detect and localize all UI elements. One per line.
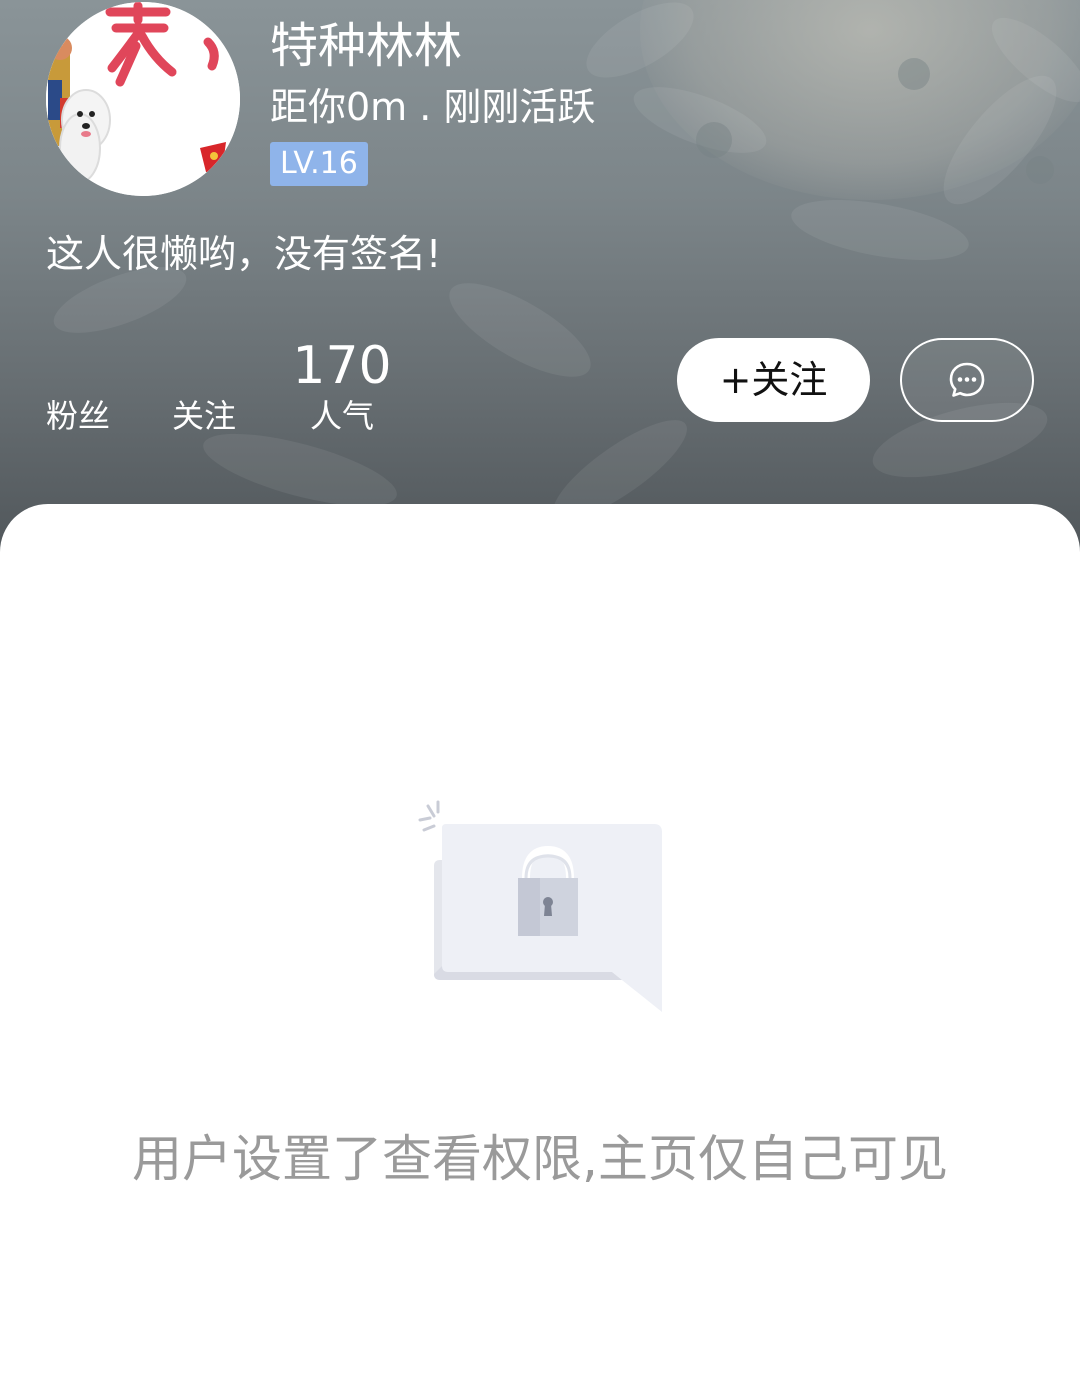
stat-popularity-value: 170 xyxy=(292,336,392,396)
follow-button[interactable]: +关注 xyxy=(677,338,870,422)
stat-following-value xyxy=(164,336,244,396)
username: 特种林林 xyxy=(270,18,463,74)
stat-popularity: 170 人气 xyxy=(282,336,402,436)
user-avatar[interactable] xyxy=(46,2,240,196)
level-badge: LV.16 xyxy=(270,142,368,186)
privacy-notice: 用户设置了查看权限,主页仅自己可见 xyxy=(132,1130,948,1188)
stat-popularity-label: 人气 xyxy=(309,397,374,435)
empty-state-illustration xyxy=(416,798,666,1014)
stat-following[interactable]: 关注 xyxy=(164,336,244,436)
user-signature: 这人很懒哟，没有签名! xyxy=(46,232,442,276)
chat-bubble-ellipsis-icon xyxy=(949,362,985,397)
avatar-image xyxy=(46,2,240,196)
stat-fans-value xyxy=(38,336,118,396)
profile-page: 特种林林 距你0m . 刚刚活跃 LV.16 这人很懒哟，没有签名! 粉丝 关注… xyxy=(0,0,1080,1384)
stat-fans[interactable]: 粉丝 xyxy=(38,336,118,436)
locked-message-icon xyxy=(418,800,662,1012)
distance-and-activity: 距你0m . 刚刚活跃 xyxy=(270,85,596,129)
message-button[interactable] xyxy=(900,338,1034,422)
stat-following-label: 关注 xyxy=(171,397,236,435)
stat-fans-label: 粉丝 xyxy=(45,397,110,435)
